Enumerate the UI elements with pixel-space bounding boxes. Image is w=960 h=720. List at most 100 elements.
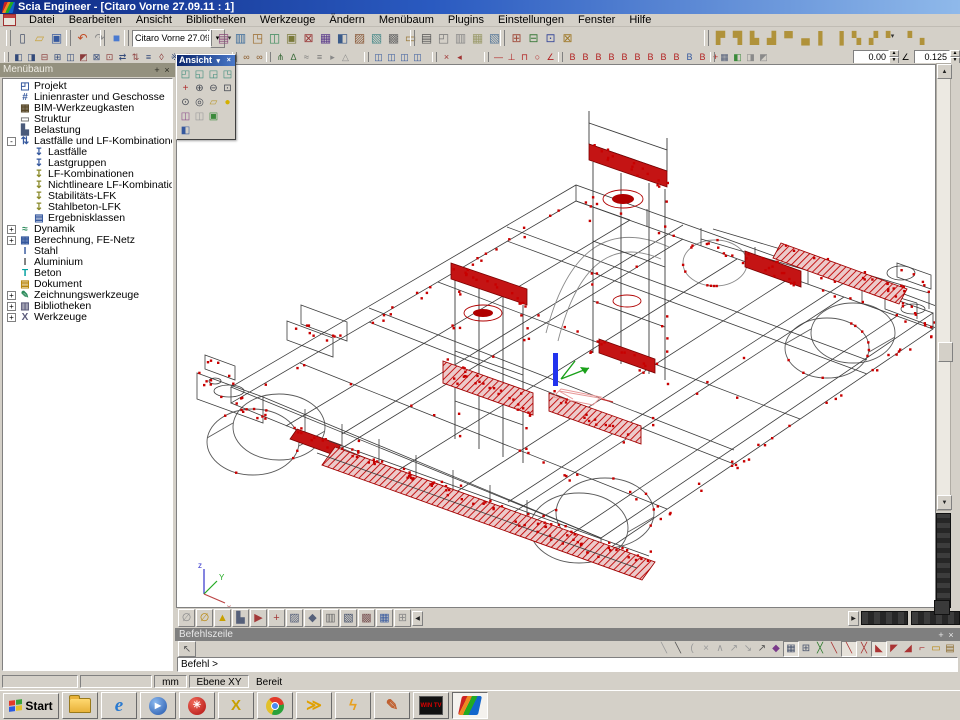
total-commander-app[interactable]: ≫ xyxy=(296,692,332,719)
scroll-right-icon[interactable]: ▶ xyxy=(848,611,859,626)
ortho-button[interactable]: ╳ xyxy=(813,642,827,656)
load-moment-button[interactable]: B xyxy=(683,52,696,63)
flag-display-button[interactable]: ▶ xyxy=(250,609,267,627)
wire-mode-button[interactable]: ◨ xyxy=(744,52,757,63)
tree-expand-icon[interactable]: + xyxy=(7,225,16,234)
snap-intersection-button[interactable]: ↗ xyxy=(755,642,769,656)
scroll-up-icon[interactable]: ▲ xyxy=(937,64,952,79)
toolbox-button[interactable]: ▭ xyxy=(929,642,943,656)
palette-close-icon[interactable]: × xyxy=(225,57,233,64)
load-free-line-button[interactable]: B xyxy=(618,52,631,63)
clipboard-button[interactable]: ▣ xyxy=(283,29,300,47)
tracking2-button[interactable]: ╲ xyxy=(841,641,857,657)
tree-item-ergebnisklassen[interactable]: ▤ Ergebnisklassen xyxy=(3,213,172,224)
document-button[interactable]: ▥ xyxy=(452,29,469,47)
tree-item-lastfaelle-lfk[interactable]: - ⇅ Lastfälle und LF-Kombinationen xyxy=(3,136,172,147)
mesh-node-button[interactable]: ∆ xyxy=(287,52,300,63)
load-free-point-button[interactable]: B xyxy=(605,52,618,63)
view-x-button[interactable]: ◱ xyxy=(193,68,206,81)
plane-xz-button[interactable]: ◢ xyxy=(901,642,915,656)
view-parameter-2[interactable]: ▜ xyxy=(729,29,746,47)
filter-button[interactable]: ◫ xyxy=(64,52,77,63)
gallery-button[interactable]: ▦ xyxy=(469,29,486,47)
view-y-button[interactable]: ◲ xyxy=(207,68,220,81)
plane-yz-button[interactable]: ◤ xyxy=(887,642,901,656)
swap-button[interactable]: ⇄ xyxy=(116,52,129,63)
snap-midpoint-button[interactable]: ↘ xyxy=(741,642,755,656)
previous-view-button[interactable]: ▱ xyxy=(207,96,220,109)
marker-button[interactable]: ◊ xyxy=(155,52,168,63)
shade-mode-button[interactable]: ◩ xyxy=(757,52,770,63)
zoom-in-button[interactable]: ⊕ xyxy=(193,82,206,95)
snap-angle-icon[interactable]: ∠ xyxy=(899,52,912,63)
viewport-3-button[interactable]: ◫ xyxy=(398,52,411,63)
draw-polyline-button[interactable]: ⊓ xyxy=(518,52,531,63)
view-parameter-3[interactable]: ▙ xyxy=(746,29,763,47)
tree-item-berechnung[interactable]: + ▦ Berechnung, FE-Netz xyxy=(3,235,172,246)
view-parameter-7[interactable]: ▌ xyxy=(814,29,831,47)
tree-item-werkzeuge[interactable]: + X Werkzeuge xyxy=(3,312,172,323)
layers-button[interactable]: ▥ xyxy=(232,29,249,47)
snap-line2-button[interactable]: ╲ xyxy=(671,642,685,656)
view-parameter-9[interactable]: ▚ xyxy=(848,29,865,47)
tree-expand-icon[interactable]: + xyxy=(7,313,16,322)
tracking-button[interactable]: ╲ xyxy=(827,642,841,656)
menu-datei[interactable]: Datei xyxy=(22,14,62,27)
perspective-button[interactable]: ◧ xyxy=(179,124,192,137)
light-button[interactable]: ● xyxy=(221,96,234,109)
tree-expand-icon[interactable]: + xyxy=(7,291,16,300)
results-button[interactable]: ⊠ xyxy=(559,29,576,47)
group-dropdown-icon[interactable]: ▾ xyxy=(888,32,897,40)
menu-plugins[interactable]: Plugins xyxy=(441,14,491,27)
clip-off-button[interactable]: ◫ xyxy=(193,110,206,123)
doc-view-button[interactable]: ▦ xyxy=(376,609,393,627)
print-button[interactable]: ▤ xyxy=(418,29,435,47)
view-z-button[interactable]: ◳ xyxy=(221,68,234,81)
close-icon[interactable]: × xyxy=(162,65,172,75)
solver-setup-button[interactable]: ⊡ xyxy=(542,29,559,47)
render-button[interactable]: ◧ xyxy=(731,52,744,63)
sort-button[interactable]: ⇅ xyxy=(129,52,142,63)
lock-button[interactable]: ⊠ xyxy=(90,52,103,63)
snap-arc-button[interactable]: ( xyxy=(685,642,699,656)
scrollbar-thumb[interactable] xyxy=(938,342,953,362)
google-chrome-app[interactable] xyxy=(257,692,293,719)
menu-ansicht[interactable]: Ansicht xyxy=(129,14,179,27)
select-nodes-button[interactable]: ◧ xyxy=(12,52,25,63)
start-button[interactable]: Start xyxy=(3,693,59,719)
load-display-button[interactable]: ▙ xyxy=(232,609,249,627)
view-parameter-6[interactable]: ▄ xyxy=(797,29,814,47)
workplane-button[interactable]: ▤ xyxy=(215,29,232,47)
beam-labels-button[interactable]: ▸ xyxy=(326,52,339,63)
snap-line-button[interactable]: ╲ xyxy=(657,642,671,656)
ucs-button[interactable]: ◫ xyxy=(266,29,283,47)
load-predefined-button[interactable]: B xyxy=(670,52,683,63)
palette-dropdown-icon[interactable]: ▾ xyxy=(214,57,222,65)
wintv-app[interactable]: WIN TV xyxy=(413,692,449,719)
view-params-button[interactable]: ⊞ xyxy=(394,609,411,627)
selection-filter-button[interactable]: ⊠ xyxy=(300,29,317,47)
render-cone-button[interactable]: ▲ xyxy=(214,609,231,627)
viewport-2-button[interactable]: ◫ xyxy=(385,52,398,63)
angle-spinner-value[interactable]: 0.00 xyxy=(853,50,889,64)
unlock-button[interactable]: ⊡ xyxy=(103,52,116,63)
zoom-out-button[interactable]: ⊖ xyxy=(207,82,220,95)
model-canvas[interactable]: z Y x xyxy=(176,64,936,608)
menu-einstellungen[interactable]: Einstellungen xyxy=(491,14,571,27)
results-display-button[interactable]: ▩ xyxy=(358,609,375,627)
draw-perpendicular-button[interactable]: ⊥ xyxy=(505,52,518,63)
hinge-begin-button[interactable]: ∞ xyxy=(240,52,253,63)
view-parameter-8[interactable]: ▐ xyxy=(831,29,848,47)
clip-plane-1-button[interactable]: ∅ xyxy=(178,609,195,627)
table-edit-button[interactable]: ▨ xyxy=(351,29,368,47)
dialog-button[interactable]: ◧ xyxy=(334,29,351,47)
menu-bibliotheken[interactable]: Bibliotheken xyxy=(179,14,253,27)
strip-collapse-icon[interactable]: ◀ xyxy=(412,611,423,626)
pin-icon[interactable]: + xyxy=(936,630,946,640)
dot-grid-button[interactable]: ▦ xyxy=(783,641,799,657)
load-wind-button[interactable]: B xyxy=(657,52,670,63)
briefcase-button[interactable]: ▤ xyxy=(943,642,957,656)
winamp-app[interactable]: ϟ xyxy=(335,692,371,719)
command-input[interactable] xyxy=(181,659,949,670)
save-image-button[interactable]: ▦ xyxy=(718,52,731,63)
